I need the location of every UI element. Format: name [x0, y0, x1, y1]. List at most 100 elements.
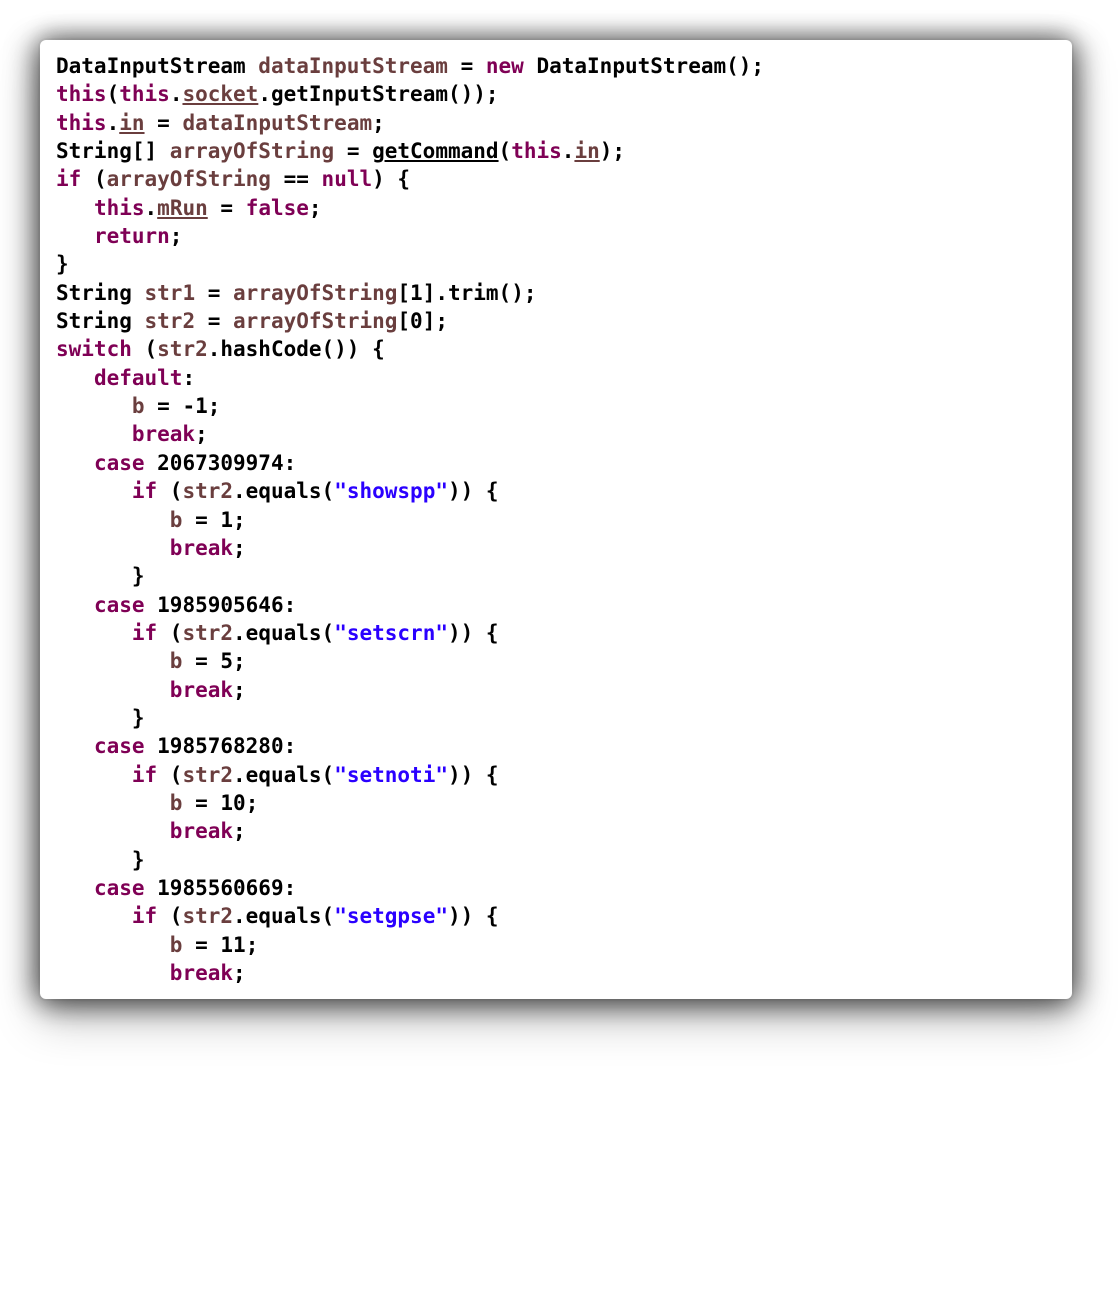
code-token: (: [107, 82, 120, 106]
code-token: );: [600, 139, 625, 163]
code-token: (: [499, 139, 512, 163]
code-line: this(this.socket.getInputStream());: [56, 80, 1056, 108]
code-token: ) {: [372, 167, 410, 191]
code-token: [56, 933, 170, 957]
code-token: (: [157, 621, 182, 645]
code-line: if (str2.equals("showspp")) {: [56, 477, 1056, 505]
code-line: this.in = dataInputStream;: [56, 109, 1056, 137]
code-token: arrayOfString: [233, 309, 397, 333]
code-line: b = 11;: [56, 931, 1056, 959]
code-token: str2: [145, 309, 196, 333]
code-token: }: [56, 252, 69, 276]
code-token: .: [562, 139, 575, 163]
code-token: (: [132, 337, 157, 361]
code-token: [56, 224, 94, 248]
code-token: [56, 536, 170, 560]
code-token: .hashCode()) {: [208, 337, 385, 361]
code-token: ;: [246, 933, 259, 957]
code-token: str2: [157, 337, 208, 361]
code-token: this: [94, 196, 145, 220]
code-token: in: [119, 111, 144, 135]
code-token: case: [94, 593, 145, 617]
code-token: .equals(: [233, 904, 334, 928]
code-token: =: [195, 281, 233, 305]
code-token: b: [170, 649, 183, 673]
code-token: ;: [195, 422, 208, 446]
code-token: [56, 763, 132, 787]
code-token: str1: [145, 281, 196, 305]
code-token: str2: [182, 904, 233, 928]
code-token: ;: [233, 536, 246, 560]
code-token: =: [334, 139, 372, 163]
code-token: [56, 734, 94, 758]
code-token: arrayOfString: [233, 281, 397, 305]
code-token: str2: [182, 479, 233, 503]
code-line: break;: [56, 420, 1056, 448]
code-token: arrayOfString: [107, 167, 271, 191]
code-line: }: [56, 562, 1056, 590]
code-token: DataInputStream: [56, 54, 258, 78]
code-line: break;: [56, 817, 1056, 845]
code-token: :: [182, 366, 195, 390]
code-token: 2067309974:: [145, 451, 297, 475]
code-token: return: [94, 224, 170, 248]
code-token: case: [94, 734, 145, 758]
code-token: (: [157, 904, 182, 928]
code-token: [56, 366, 94, 390]
code-token: (: [157, 479, 182, 503]
code-token: String[]: [56, 139, 170, 163]
code-token: this: [56, 82, 107, 106]
code-line: default:: [56, 364, 1056, 392]
code-token: 11: [220, 933, 245, 957]
code-line: return;: [56, 222, 1056, 250]
code-token: 1985768280:: [145, 734, 297, 758]
code-token: if: [132, 479, 157, 503]
code-line: String str1 = arrayOfString[1].trim();: [56, 279, 1056, 307]
code-token: 5: [220, 649, 233, 673]
code-token: -1: [182, 394, 207, 418]
code-token: .equals(: [233, 763, 334, 787]
code-token: )) {: [448, 763, 499, 787]
code-token: if: [132, 621, 157, 645]
code-token: str2: [182, 621, 233, 645]
code-token: ;: [372, 111, 385, 135]
code-token: dataInputStream: [258, 54, 448, 78]
code-token: (: [157, 763, 182, 787]
code-token: dataInputStream: [182, 111, 372, 135]
code-line: break;: [56, 534, 1056, 562]
code-line: DataInputStream dataInputStream = new Da…: [56, 52, 1056, 80]
code-line: switch (str2.hashCode()) {: [56, 335, 1056, 363]
code-line: if (str2.equals("setnoti")) {: [56, 761, 1056, 789]
code-line: break;: [56, 959, 1056, 987]
code-token: break: [132, 422, 195, 446]
code-token: [56, 593, 94, 617]
code-line: }: [56, 846, 1056, 874]
code-token: ;: [233, 508, 246, 532]
code-token: String: [56, 281, 145, 305]
code-token: [56, 819, 170, 843]
code-line: case 2067309974:: [56, 449, 1056, 477]
code-token: "showspp": [334, 479, 448, 503]
code-token: "setgpse": [334, 904, 448, 928]
code-token: b: [170, 933, 183, 957]
code-token: break: [170, 819, 233, 843]
code-line: if (str2.equals("setgpse")) {: [56, 902, 1056, 930]
code-token: this: [119, 82, 170, 106]
code-token: [56, 649, 170, 673]
code-line: String[] arrayOfString = getCommand(this…: [56, 137, 1056, 165]
code-token: [56, 791, 170, 815]
code-token: 10: [220, 791, 245, 815]
code-token: =: [182, 649, 220, 673]
code-token: =: [182, 933, 220, 957]
code-token: ;: [233, 649, 246, 673]
code-token: ;: [208, 394, 221, 418]
code-line: if (str2.equals("setscrn")) {: [56, 619, 1056, 647]
code-token: [56, 451, 94, 475]
code-token: [56, 621, 132, 645]
code-token: 1985905646:: [145, 593, 297, 617]
code-token: switch: [56, 337, 132, 361]
code-token: [56, 508, 170, 532]
code-line: case 1985905646:: [56, 591, 1056, 619]
code-token: =: [145, 394, 183, 418]
code-token: )) {: [448, 479, 499, 503]
